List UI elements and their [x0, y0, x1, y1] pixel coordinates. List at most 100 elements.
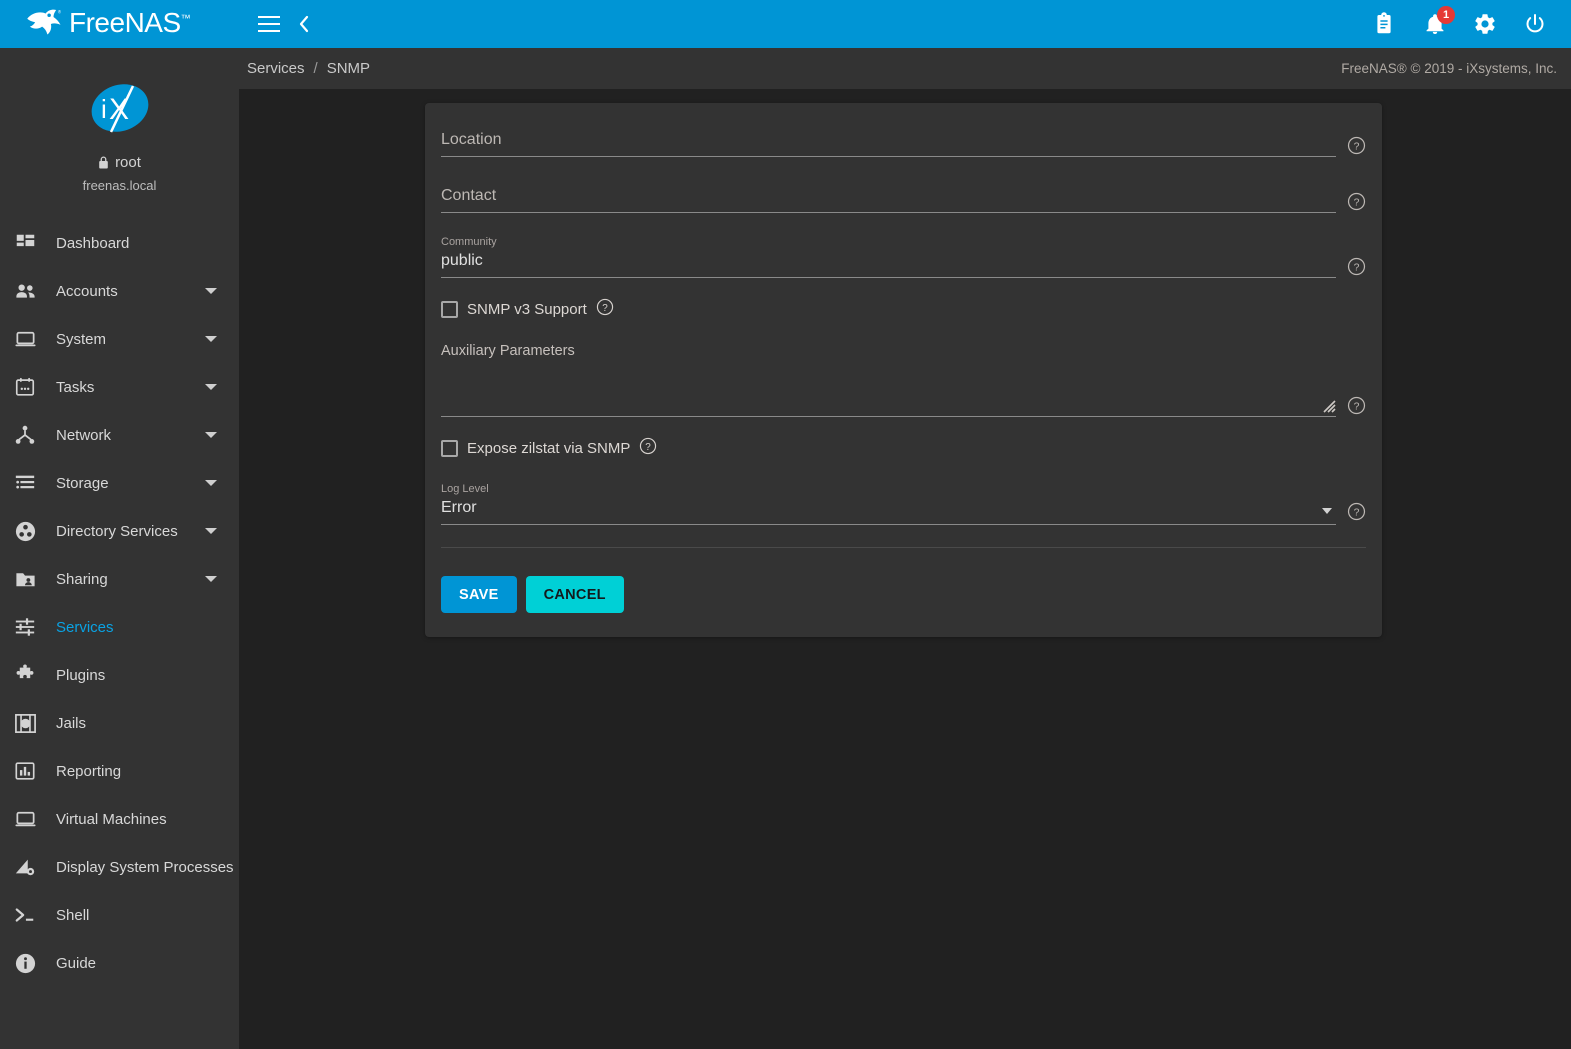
- jails-icon: [12, 710, 38, 736]
- log-level-label: Log Level: [441, 483, 489, 495]
- sidebar-item-label: Shell: [56, 906, 90, 924]
- sidebar-navigation: i X root freenas.local Dashboard Account…: [0, 48, 239, 1049]
- processes-icon: [12, 854, 38, 880]
- sidebar-item-display-system-processes[interactable]: Display System Processes: [0, 843, 239, 891]
- help-circle-icon[interactable]: ?: [596, 298, 614, 321]
- form-action-bar: SAVE CANCEL: [425, 554, 1382, 637]
- location-input[interactable]: [441, 129, 1336, 151]
- log-level-select[interactable]: Log Level Error: [441, 482, 1336, 525]
- sidebar-menu-list: Dashboard Accounts System Tasks Network …: [0, 219, 239, 987]
- cancel-button[interactable]: CANCEL: [525, 576, 624, 613]
- copyright-text: FreeNAS® © 2019 - iXsystems, Inc.: [1341, 61, 1557, 76]
- chevron-down-icon[interactable]: [205, 336, 217, 342]
- clipboard-icon[interactable]: [1373, 12, 1397, 36]
- sidebar-item-virtual-machines[interactable]: Virtual Machines: [0, 795, 239, 843]
- chevron-down-icon[interactable]: [205, 432, 217, 438]
- sidebar-item-label: Display System Processes: [56, 858, 234, 876]
- sidebar-item-dashboard[interactable]: Dashboard: [0, 219, 239, 267]
- sidebar-item-label: Dashboard: [56, 234, 130, 252]
- bell-icon[interactable]: 1: [1423, 6, 1455, 36]
- expose-zilstat-checkbox[interactable]: [441, 440, 458, 457]
- plugins-puzzle-icon: [12, 662, 38, 688]
- storage-list-icon: [12, 470, 38, 496]
- sidebar-item-label: Guide: [56, 954, 97, 972]
- svg-text:i: i: [101, 94, 107, 124]
- help-circle-icon[interactable]: ?: [1347, 502, 1366, 521]
- chevron-down-icon[interactable]: [205, 480, 217, 486]
- chevron-down-icon[interactable]: [205, 576, 217, 582]
- community-field-row: Community ?: [441, 235, 1366, 278]
- sidebar-item-directory-services[interactable]: Directory Services: [0, 507, 239, 555]
- sidebar-item-jails[interactable]: Jails: [0, 699, 239, 747]
- resize-grip-icon[interactable]: [1321, 398, 1336, 413]
- brand-name-text: FreeNAS: [69, 7, 181, 38]
- hamburger-menu-icon[interactable]: [258, 16, 280, 32]
- breadcrumb: Services / SNMP: [247, 60, 370, 77]
- help-circle-icon[interactable]: ?: [1347, 136, 1366, 155]
- chevron-down-icon[interactable]: [205, 288, 217, 294]
- sidebar-item-sharing[interactable]: Sharing: [0, 555, 239, 603]
- help-circle-icon[interactable]: ?: [1347, 257, 1366, 276]
- sidebar-item-label: Virtual Machines: [56, 810, 167, 828]
- svg-text:®: ®: [58, 10, 62, 15]
- chevron-down-icon[interactable]: [205, 528, 217, 534]
- breadcrumb-current: SNMP: [326, 60, 371, 77]
- contact-field-row: ?: [441, 185, 1366, 213]
- chevron-down-icon[interactable]: [205, 384, 217, 390]
- svg-text:?: ?: [602, 303, 608, 314]
- sidebar-item-guide[interactable]: Guide: [0, 939, 239, 987]
- brand-name: FreeNAS™: [69, 7, 191, 39]
- chevron-down-icon[interactable]: [1322, 508, 1332, 514]
- topbar-actions: 1: [1373, 6, 1571, 36]
- sidebar-item-shell[interactable]: Shell: [0, 891, 239, 939]
- log-level-field-row: Log Level Error ?: [441, 482, 1366, 525]
- help-circle-icon[interactable]: ?: [1347, 396, 1366, 415]
- snmp-v3-support-checkbox[interactable]: [441, 301, 458, 318]
- main-content-area: ? ? Community: [239, 89, 1571, 1049]
- breadcrumb-bar: Services / SNMP FreeNAS® © 2019 - iXsyst…: [239, 48, 1571, 89]
- sidebar-item-storage[interactable]: Storage: [0, 459, 239, 507]
- auxiliary-parameters-textarea[interactable]: [441, 363, 1336, 411]
- brand-logo[interactable]: ® FreeNAS™: [0, 0, 239, 48]
- svg-text:?: ?: [1354, 141, 1360, 152]
- snmp-v3-support-label: SNMP v3 Support: [467, 301, 587, 318]
- brand-trademark: ™: [180, 13, 191, 25]
- freenas-app-window: ® FreeNAS™ 1 i X root freenas.local Dash…: [0, 0, 1571, 1049]
- sidebar-item-accounts[interactable]: Accounts: [0, 267, 239, 315]
- help-circle-icon[interactable]: ?: [639, 437, 657, 460]
- sidebar-item-label: Plugins: [56, 666, 106, 684]
- sidebar-item-network[interactable]: Network: [0, 411, 239, 459]
- guide-info-icon: [12, 950, 38, 976]
- top-navigation-bar: ® FreeNAS™ 1: [0, 0, 1571, 48]
- svg-text:?: ?: [1354, 197, 1360, 208]
- breadcrumb-root[interactable]: Services: [247, 60, 305, 77]
- help-circle-icon[interactable]: ?: [1347, 192, 1366, 211]
- topbar-left-controls: [239, 14, 310, 34]
- auxiliary-parameters-label: Auxiliary Parameters: [441, 343, 575, 359]
- sidebar-item-plugins[interactable]: Plugins: [0, 651, 239, 699]
- shell-prompt-icon: [12, 902, 38, 928]
- chevron-left-icon[interactable]: [298, 14, 310, 34]
- sidebar-item-label: Network: [56, 426, 112, 444]
- gear-icon[interactable]: [1473, 12, 1497, 36]
- sidebar-item-reporting[interactable]: Reporting: [0, 747, 239, 795]
- system-laptop-icon: [12, 326, 38, 352]
- power-icon[interactable]: [1523, 12, 1547, 36]
- sidebar-item-label: Sharing: [56, 570, 108, 588]
- directory-services-disc-icon: [12, 518, 38, 544]
- save-button[interactable]: SAVE: [441, 576, 517, 613]
- sidebar-item-tasks[interactable]: Tasks: [0, 363, 239, 411]
- reporting-chart-icon: [12, 758, 38, 784]
- sidebar-item-services[interactable]: Services: [0, 603, 239, 651]
- auxiliary-parameters-field-row: Auxiliary Parameters ?: [441, 343, 1366, 417]
- community-input[interactable]: [441, 250, 1336, 272]
- lock-icon: [99, 156, 108, 169]
- breadcrumb-separator: /: [313, 60, 318, 77]
- contact-input[interactable]: [441, 185, 1336, 207]
- sidebar-item-system[interactable]: System: [0, 315, 239, 363]
- expose-zilstat-label: Expose zilstat via SNMP: [467, 440, 631, 457]
- svg-text:?: ?: [1354, 507, 1360, 518]
- network-node-icon: [12, 422, 38, 448]
- accounts-people-icon: [12, 278, 38, 304]
- snmp-settings-form-card: ? ? Community: [425, 103, 1382, 637]
